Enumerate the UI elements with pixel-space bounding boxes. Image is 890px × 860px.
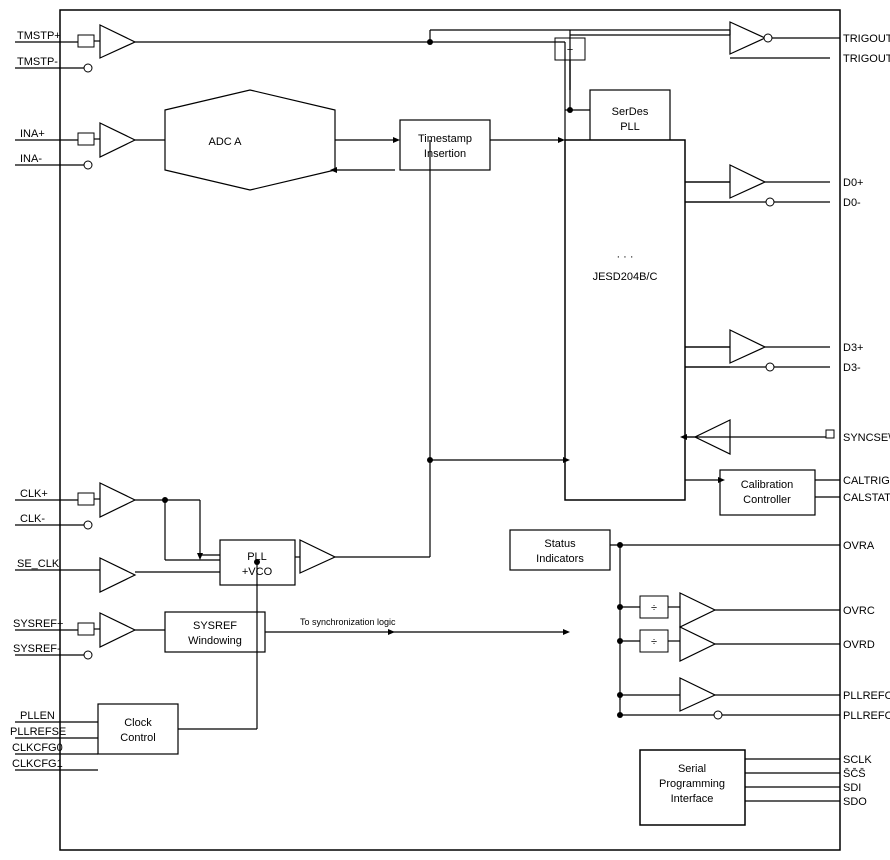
- svg-text:TMSTP-: TMSTP-: [17, 56, 58, 68]
- svg-text:OVRA: OVRA: [843, 540, 875, 552]
- svg-text:To synchronization logic: To synchronization logic: [300, 617, 396, 627]
- svg-text:÷: ÷: [651, 636, 657, 648]
- svg-text:SYNCSE\: SYNCSE\: [843, 432, 890, 444]
- svg-text:Status: Status: [544, 538, 576, 550]
- svg-text:Timestamp: Timestamp: [418, 133, 472, 145]
- svg-text:OVRC: OVRC: [843, 605, 875, 617]
- svg-text:TRIGOUT-: TRIGOUT-: [843, 53, 890, 65]
- svg-text:D0-: D0-: [843, 197, 861, 209]
- svg-text:D3+: D3+: [843, 342, 864, 354]
- svg-text:INA-: INA-: [20, 153, 42, 165]
- svg-text:S̄C̄S̄: S̄C̄S̄: [843, 767, 866, 780]
- svg-text:ADC A: ADC A: [208, 136, 242, 148]
- svg-text:Windowing: Windowing: [188, 635, 242, 647]
- svg-text:CLKCFG0: CLKCFG0: [12, 742, 63, 754]
- svg-text:INA+: INA+: [20, 128, 45, 140]
- svg-text:CLK+: CLK+: [20, 488, 48, 500]
- svg-text:Serial: Serial: [678, 763, 706, 775]
- svg-text:SE_CLK: SE_CLK: [17, 558, 60, 570]
- svg-text:÷: ÷: [651, 602, 657, 614]
- svg-text:· · ·: · · ·: [616, 251, 633, 263]
- svg-text:SYSREF: SYSREF: [193, 620, 237, 632]
- svg-text:TMSTP+: TMSTP+: [17, 30, 61, 42]
- svg-text:SCLK: SCLK: [843, 754, 872, 766]
- svg-text:SDI: SDI: [843, 782, 861, 794]
- svg-text:D0+: D0+: [843, 177, 864, 189]
- diagram-container: TMSTP+ TMSTP- INA+ INA- CLK+ CLK- SE_CLK…: [0, 0, 890, 860]
- svg-text:SYSREF-: SYSREF-: [13, 643, 61, 655]
- svg-text:PLLREFO-: PLLREFO-: [843, 710, 890, 722]
- svg-text:PLL: PLL: [620, 121, 640, 133]
- svg-text:CLKCFG1: CLKCFG1: [12, 758, 63, 770]
- svg-text:Indicators: Indicators: [536, 553, 584, 565]
- svg-text:Programming: Programming: [659, 778, 725, 790]
- svg-text:JESD204B/C: JESD204B/C: [593, 271, 658, 283]
- svg-text:PLLREFSE: PLLREFSE: [10, 726, 66, 738]
- svg-text:SDO: SDO: [843, 796, 867, 808]
- svg-text:PLLEN: PLLEN: [20, 710, 55, 722]
- svg-text:Control: Control: [120, 732, 155, 744]
- svg-text:SYSREF+: SYSREF+: [13, 618, 63, 630]
- svg-text:D3-: D3-: [843, 362, 861, 374]
- svg-text:CALSTAT: CALSTAT: [843, 492, 890, 504]
- svg-text:Clock: Clock: [124, 717, 152, 729]
- svg-text:Interface: Interface: [671, 793, 714, 805]
- svg-text:Calibration: Calibration: [741, 479, 794, 491]
- svg-text:CLK-: CLK-: [20, 513, 45, 525]
- svg-text:OVRD: OVRD: [843, 639, 875, 651]
- svg-text:Controller: Controller: [743, 494, 791, 506]
- svg-text:TRIGOUT+: TRIGOUT+: [843, 33, 890, 45]
- svg-text:SerDes: SerDes: [612, 106, 649, 118]
- svg-text:CALTRIG: CALTRIG: [843, 475, 890, 487]
- svg-text:PLLREFO+: PLLREFO+: [843, 690, 890, 702]
